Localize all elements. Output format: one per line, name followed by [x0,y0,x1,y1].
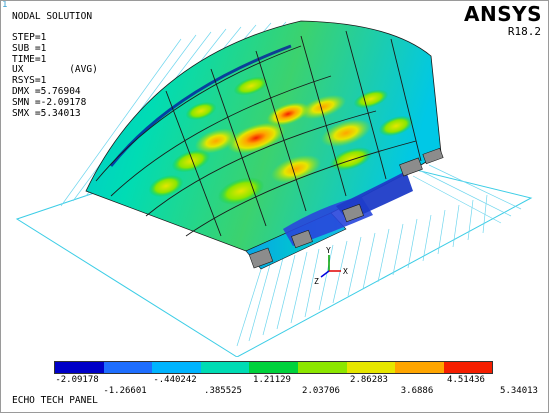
legend-tick-label: 3.6886 [400,386,434,396]
legend-tick-label: 2.86283 [350,375,388,385]
legend-tick-label: 2.03706 [302,386,340,396]
legend-swatch [200,362,250,373]
graphics-window: 1 NODAL SOLUTION STEP=1 SUB =1 TIME=1 UX… [0,0,549,413]
coordinate-triad: Y Z X [314,246,348,286]
legend-tick-label: 4.51436 [447,375,485,385]
legend-swatch [152,362,201,373]
axis-label-z: Z [314,277,319,286]
model-viewport[interactable]: Y Z X [1,1,548,357]
legend-tick-label: .385525 [204,386,242,396]
legend-tick-label: -2.09178 [55,375,99,385]
legend-swatch [395,362,444,373]
legend-swatch [297,362,347,373]
axis-label-y: Y [326,246,331,255]
legend-tick-label: 5.34013 [500,386,538,396]
legend-tick-label: -1.26601 [103,386,147,396]
contour-legend: -2.09178 -.440242 1.21129 2.86283 4.5143… [1,359,548,399]
legend-swatch [55,362,104,373]
legend-swatch [249,362,298,373]
legend-tick-label: 1.21129 [253,375,291,385]
legend-swatch [346,362,396,373]
legend-tick-label: -.440242 [153,375,197,385]
legend-swatch [103,362,153,373]
plot-caption: ECHO TECH PANEL [12,395,98,406]
axis-label-x: X [343,267,348,276]
legend-color-bar [54,361,494,374]
legend-swatch [443,362,493,373]
